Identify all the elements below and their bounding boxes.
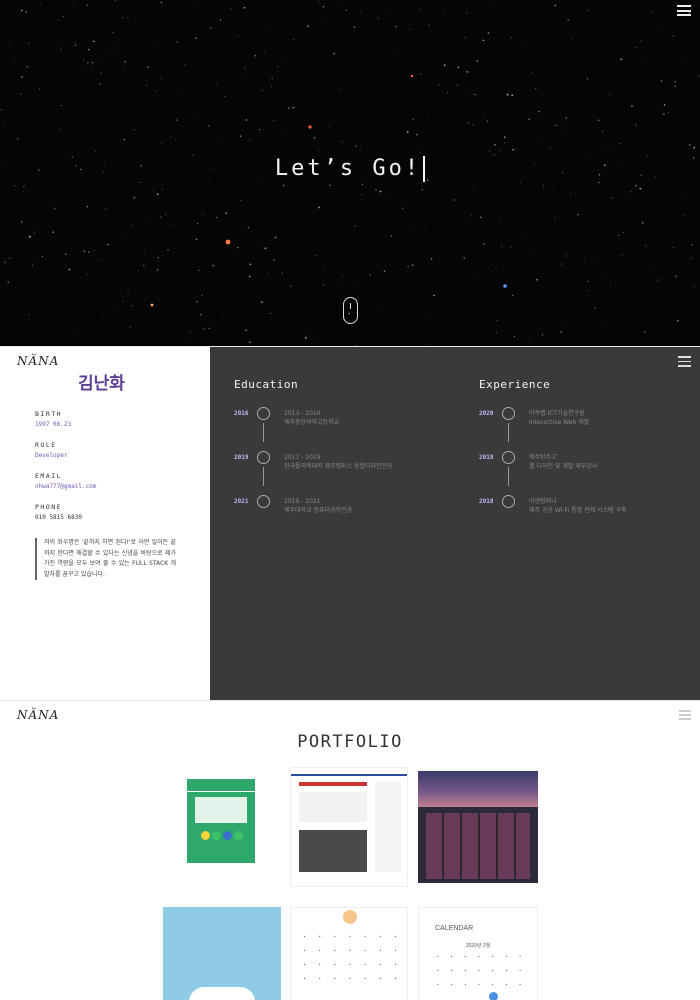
info-role: ROLE Developer (35, 441, 68, 459)
menu-icon[interactable] (679, 710, 691, 720)
timeline-item: 2021 2019 - 2021 제주대학교 컴퓨터공학전공 (234, 495, 434, 539)
portfolio-item-gallery[interactable] (418, 771, 538, 897)
logo[interactable]: NÄNA (17, 708, 59, 722)
portfolio-item-calendar[interactable]: CALENDAR 2020년 2월 • • • • • • • • • • • • • • • • • • • •… (418, 907, 538, 1000)
profile-info: BIRTH 1997 08.23 ROLE Developer EMAIL nh… (35, 410, 185, 534)
education-timeline: 2016 2013 - 2016 제주중앙여자고등학교 2019 2017 - 2… (234, 407, 434, 539)
timeline-dot (257, 451, 270, 464)
info-phone: PHONE 010 5815 6830 (35, 503, 82, 521)
info-email: EMAIL nhwa777@gmail.com (35, 472, 97, 490)
timeline-item: 2019 제주방주고 웹 디자인 및 개발 외부강사 (479, 451, 679, 495)
profile-section: NÄNA 김난화 BIRTH 1997 08.23 ROLE Developer… (0, 346, 700, 701)
timeline-dot (257, 495, 270, 508)
timeline-item: 2020 아쿠랩 ICT기술연구원 Interactive Web 개발 (479, 407, 679, 451)
profile-intro: 저의 좌우명은 '끝까지 하면 된다!'로 어떤 일이든 끝까지 한다면 해결할… (35, 538, 176, 580)
menu-icon[interactable] (677, 5, 691, 16)
portfolio-item-wifi[interactable] (187, 767, 255, 885)
timeline-dot (502, 407, 515, 420)
portfolio-item-news[interactable] (290, 767, 408, 887)
education-title: Education (234, 378, 299, 391)
hero-title: Let’s Go! (0, 156, 700, 182)
profile-name: 김난화 (78, 374, 125, 394)
experience-timeline: 2020 아쿠랩 ICT기술연구원 Interactive Web 개발 2019… (479, 407, 679, 539)
timeline-dot (502, 451, 515, 464)
career-panel: Education 2016 2013 - 2016 제주중앙여자고등학교 201… (210, 347, 700, 701)
hero-section: Let’s Go! (0, 0, 700, 346)
timeline-dot (257, 407, 270, 420)
portfolio-item-calendar-app[interactable]: • • • • • • • • • • • • • • • • • • • • • • • • • • • • (290, 907, 408, 1000)
timeline-item: 2019 2017 - 2019 한국폴리텍대학 제주캠퍼스 융합디자인전공 (234, 451, 434, 495)
experience-title: Experience (479, 378, 551, 391)
timeline-item: 2016 2013 - 2016 제주중앙여자고등학교 (234, 407, 434, 451)
scroll-mouse-icon[interactable] (343, 297, 358, 324)
menu-icon[interactable] (678, 356, 691, 367)
profile-card: NÄNA 김난화 BIRTH 1997 08.23 ROLE Developer… (0, 347, 210, 701)
portfolio-title: PORTFOLIO (297, 732, 403, 752)
timeline-item: 2018 이엔컴퍼니 제주 공공 Wi-Fi 통합 관제 시스템 구축 (479, 495, 679, 539)
calendar-label: CALENDAR (435, 925, 474, 932)
info-birth: BIRTH 1997 08.23 (35, 410, 72, 428)
portfolio-section: NÄNA PORTFOLIO • • • • • • • • • • • • •… (0, 700, 700, 1000)
typing-cursor (423, 156, 426, 182)
logo[interactable]: NÄNA (17, 354, 59, 368)
portfolio-item-weather[interactable] (163, 907, 281, 1000)
timeline-dot (502, 495, 515, 508)
calendar-month: 2020년 2월 (465, 943, 491, 949)
